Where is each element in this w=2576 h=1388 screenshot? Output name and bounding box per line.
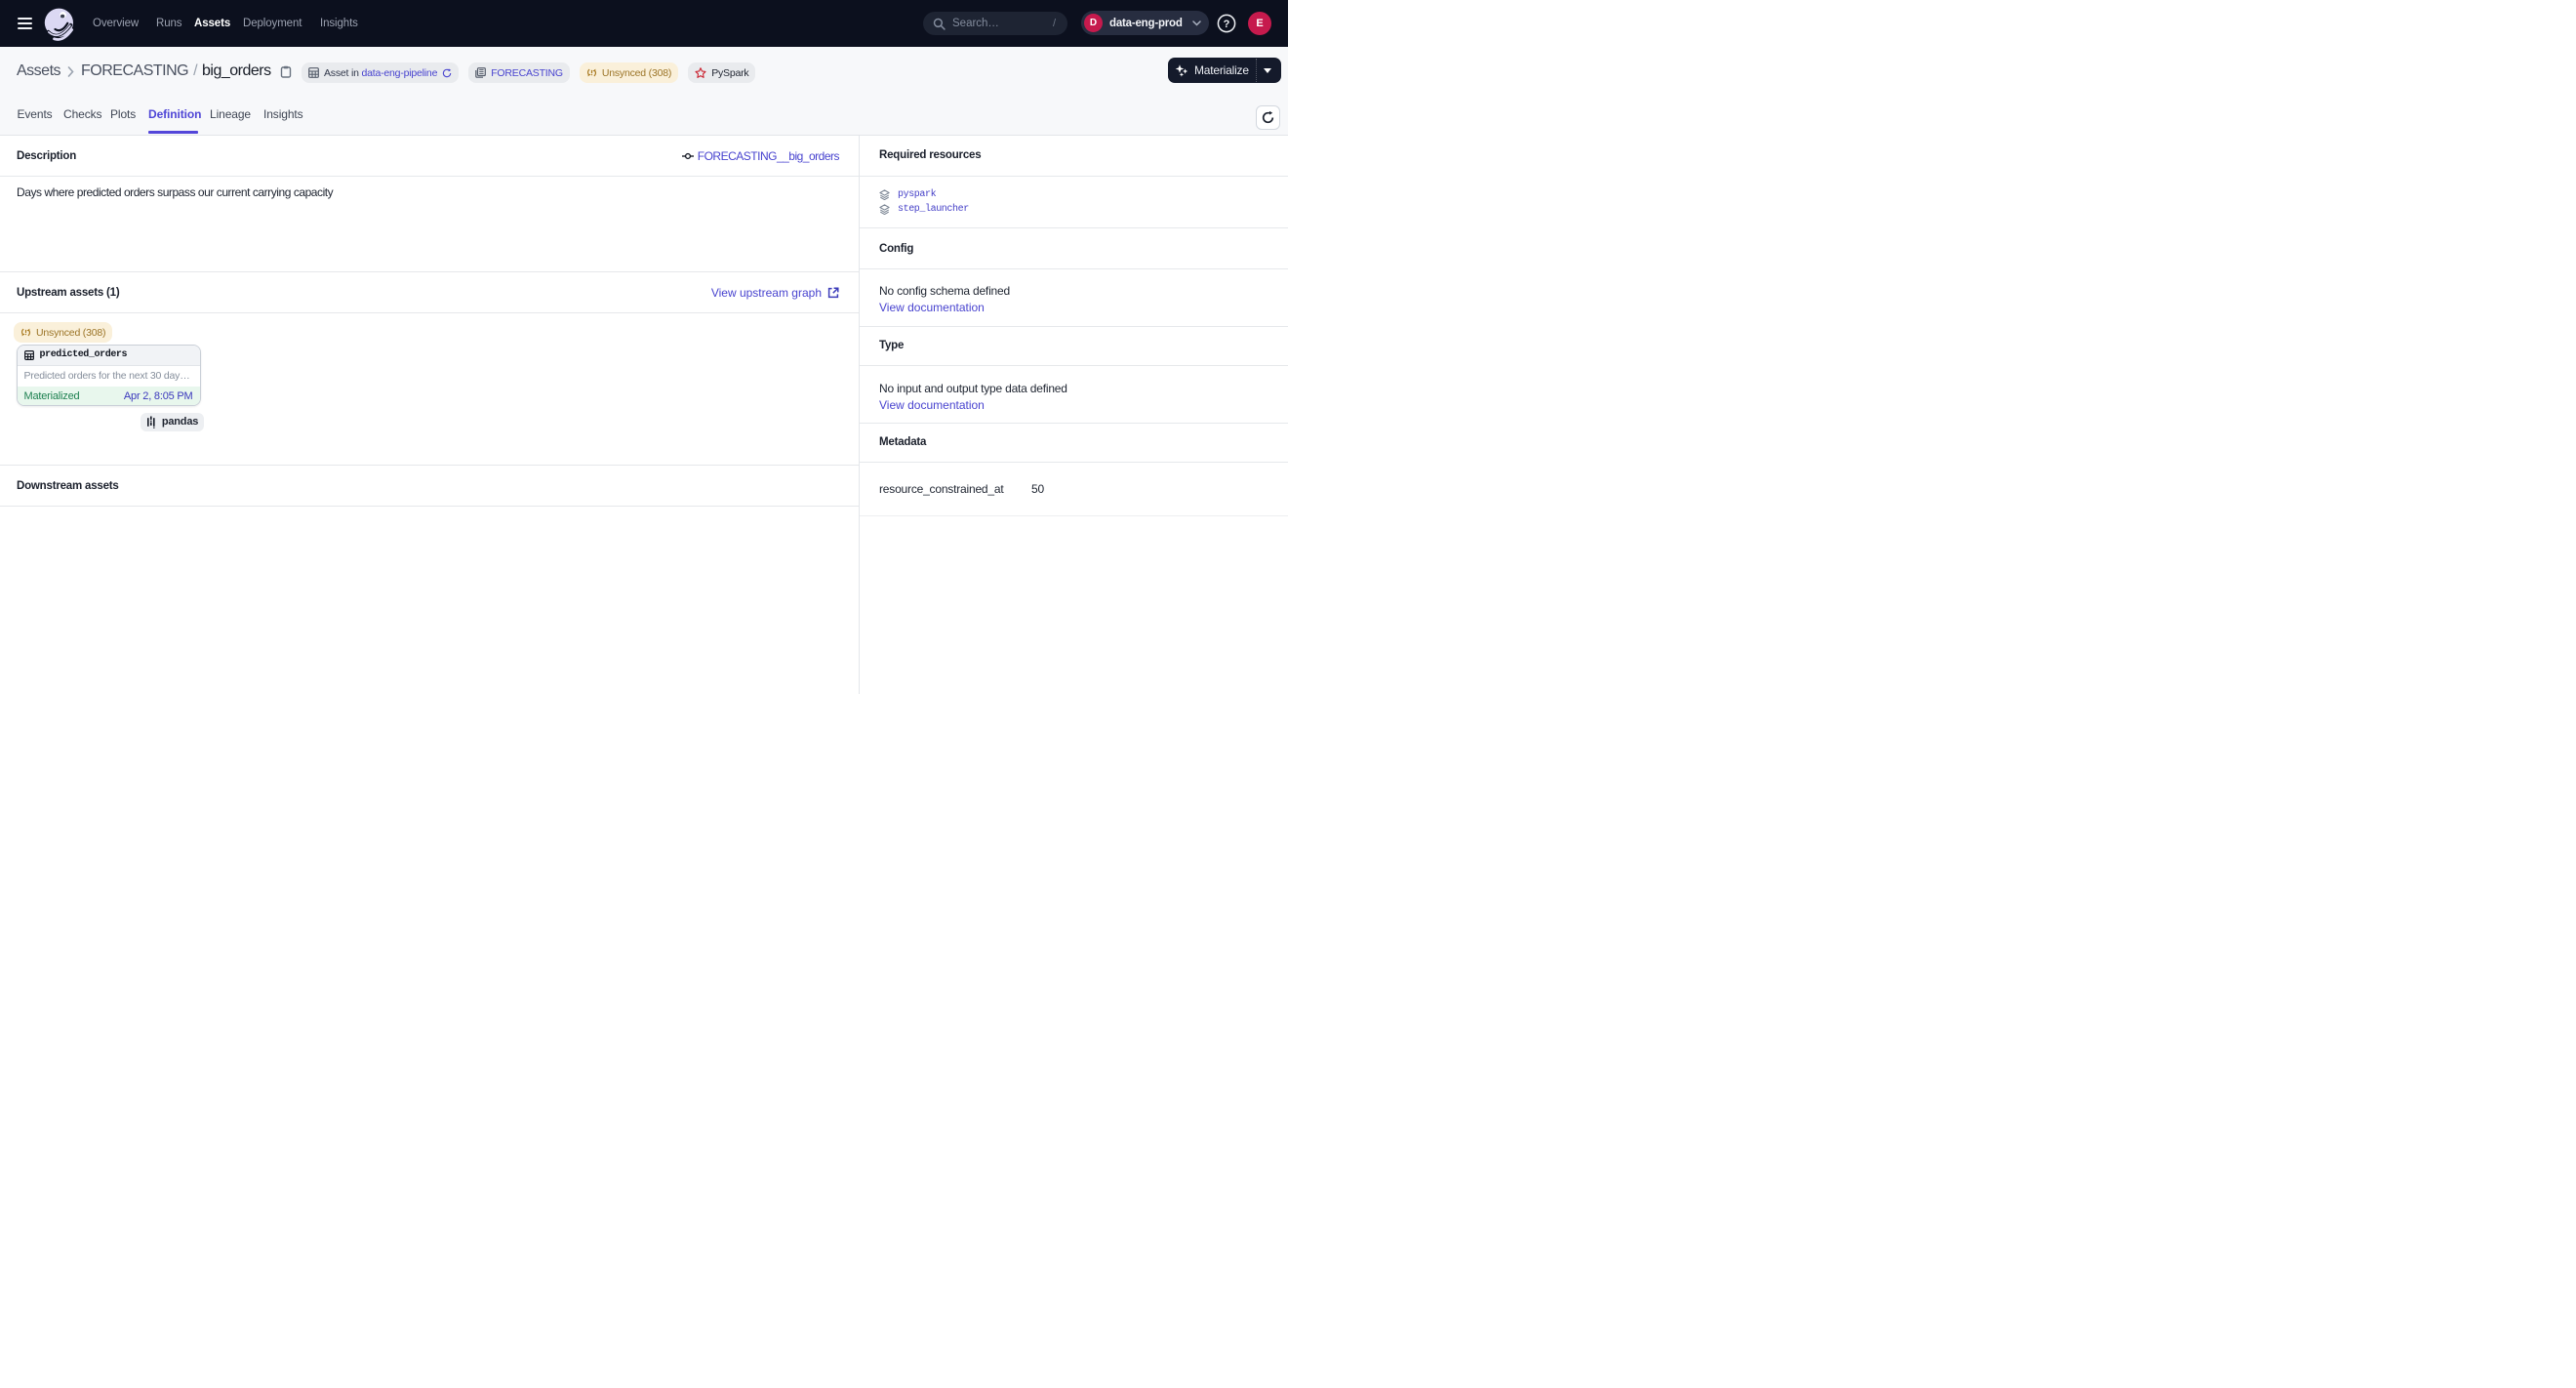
svg-text:?: ?: [1224, 19, 1230, 30]
